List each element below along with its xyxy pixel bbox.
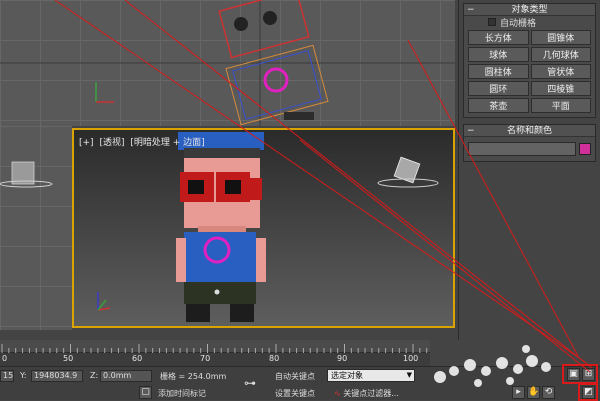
autogrid-checkbox[interactable] — [488, 18, 496, 26]
x-coordinate-field[interactable]: 154. — [0, 370, 14, 382]
highlight-box-top — [562, 364, 598, 384]
left-viewport-scene — [0, 161, 53, 188]
viewport-shading-menu[interactable]: [明暗处理 + 边面] — [130, 138, 204, 148]
axis-gizmo-perspective — [97, 292, 111, 311]
key-filter-label: 关键点过滤器... — [343, 389, 399, 398]
axis-gizmo-top — [95, 82, 114, 103]
chevron-down-icon: ▼ — [406, 371, 412, 379]
tick-label-60: 60 — [132, 354, 143, 363]
perspective-viewport[interactable]: [+] [透视] [明暗处理 + 边面] — [72, 128, 455, 328]
y-coordinate-field[interactable]: 1948034.9 — [31, 370, 83, 382]
autogrid-label: 自动栅格 — [500, 18, 537, 29]
teapot-button[interactable]: 茶壶 — [468, 98, 529, 113]
plane-button[interactable]: 平面 — [530, 98, 591, 113]
cone-button[interactable]: 圆锥体 — [530, 30, 591, 45]
object-type-header[interactable]: − 对象类型 — [464, 4, 595, 16]
curve-icon: ∿ — [334, 389, 341, 398]
viewport-menu-plus[interactable]: [+] — [79, 138, 94, 148]
y-label: Y: — [20, 371, 27, 380]
status-bar: 154. Y: 1948034.9 Z: 0.0mm 栅格 = 254.0mm … — [0, 364, 600, 401]
top-viewport[interactable] — [0, 0, 455, 126]
object-type-title: 对象类型 — [511, 5, 548, 15]
name-color-rollout: − 名称和颜色 — [463, 124, 596, 162]
time-ruler[interactable] — [0, 340, 430, 353]
sphere-button[interactable]: 球体 — [468, 47, 529, 62]
name-row — [464, 137, 595, 161]
tick-label-50: 50 — [63, 354, 74, 363]
character-head-top-view — [218, 0, 329, 126]
object-type-buttons: 长方体 圆锥体 球体 几何球体 圆柱体 管状体 圆环 四棱锥 茶壶 平面 — [464, 28, 595, 117]
key-icon[interactable]: ⊶ — [244, 376, 256, 390]
tick-label-80: 80 — [269, 354, 280, 363]
name-color-title: 名称和颜色 — [506, 126, 552, 136]
ruler-ticks — [1, 344, 428, 353]
viewport-view-menu[interactable]: [透视] — [99, 138, 124, 148]
add-time-tag[interactable]: 添加时间标记 — [158, 388, 206, 399]
collapse-icon[interactable]: − — [467, 125, 475, 137]
timeline-start: 0 — [2, 354, 8, 363]
blocky-character — [176, 132, 266, 322]
z-label: Z: — [90, 371, 99, 380]
object-color-swatch[interactable] — [579, 143, 591, 155]
key-filter-button[interactable]: ∿ 关键点过滤器... — [334, 388, 399, 399]
orbit-icon[interactable]: ⟲ — [542, 386, 555, 399]
tick-label-70: 70 — [200, 354, 211, 363]
autogrid-row[interactable]: 自动栅格 — [464, 16, 595, 29]
tick-label-100: 100 — [403, 354, 419, 363]
perspective-scene — [97, 132, 439, 322]
name-color-header[interactable]: − 名称和颜色 — [464, 125, 595, 137]
pan-icon[interactable]: ✋ — [527, 386, 540, 399]
geosphere-button[interactable]: 几何球体 — [530, 47, 591, 62]
set-key-button[interactable]: 设置关键点 — [275, 388, 315, 399]
selected-object-value: 选定对象 — [331, 371, 363, 380]
cylinder-button[interactable]: 圆柱体 — [468, 64, 529, 79]
box-button[interactable]: 长方体 — [468, 30, 529, 45]
left-viewport[interactable] — [0, 126, 72, 330]
top-viewport-scene — [0, 0, 455, 126]
timeline[interactable]: 0 50 60 70 80 90 100 — [0, 340, 430, 366]
z-coordinate-field[interactable]: 0.0mm — [100, 370, 152, 382]
pyramid-button[interactable]: 四棱锥 — [530, 81, 591, 96]
time-tag-icon[interactable]: ▢ — [139, 386, 152, 399]
selected-object-dropdown[interactable]: 选定对象 ▼ — [327, 369, 415, 382]
object-type-rollout: − 对象类型 自动栅格 长方体 圆锥体 球体 几何球体 圆柱体 管状体 圆环 四… — [463, 3, 596, 118]
field-of-view-icon[interactable]: ▸ — [512, 386, 525, 399]
viewport-label[interactable]: [+] [透视] [明暗处理 + 边面] — [79, 135, 208, 148]
highlight-box-bottom — [578, 383, 598, 401]
command-panel: − 对象类型 自动栅格 长方体 圆锥体 球体 几何球体 圆柱体 管状体 圆环 四… — [458, 0, 600, 340]
grid-size: 栅格 = 254.0mm — [160, 372, 227, 381]
tick-label-90: 90 — [337, 354, 348, 363]
collapse-icon[interactable]: − — [467, 4, 475, 16]
light-object — [377, 156, 439, 188]
torus-button[interactable]: 圆环 — [468, 81, 529, 96]
tube-button[interactable]: 管状体 — [530, 64, 591, 79]
object-name-input[interactable] — [468, 142, 576, 156]
auto-key-button[interactable]: 自动关键点 — [275, 371, 315, 382]
